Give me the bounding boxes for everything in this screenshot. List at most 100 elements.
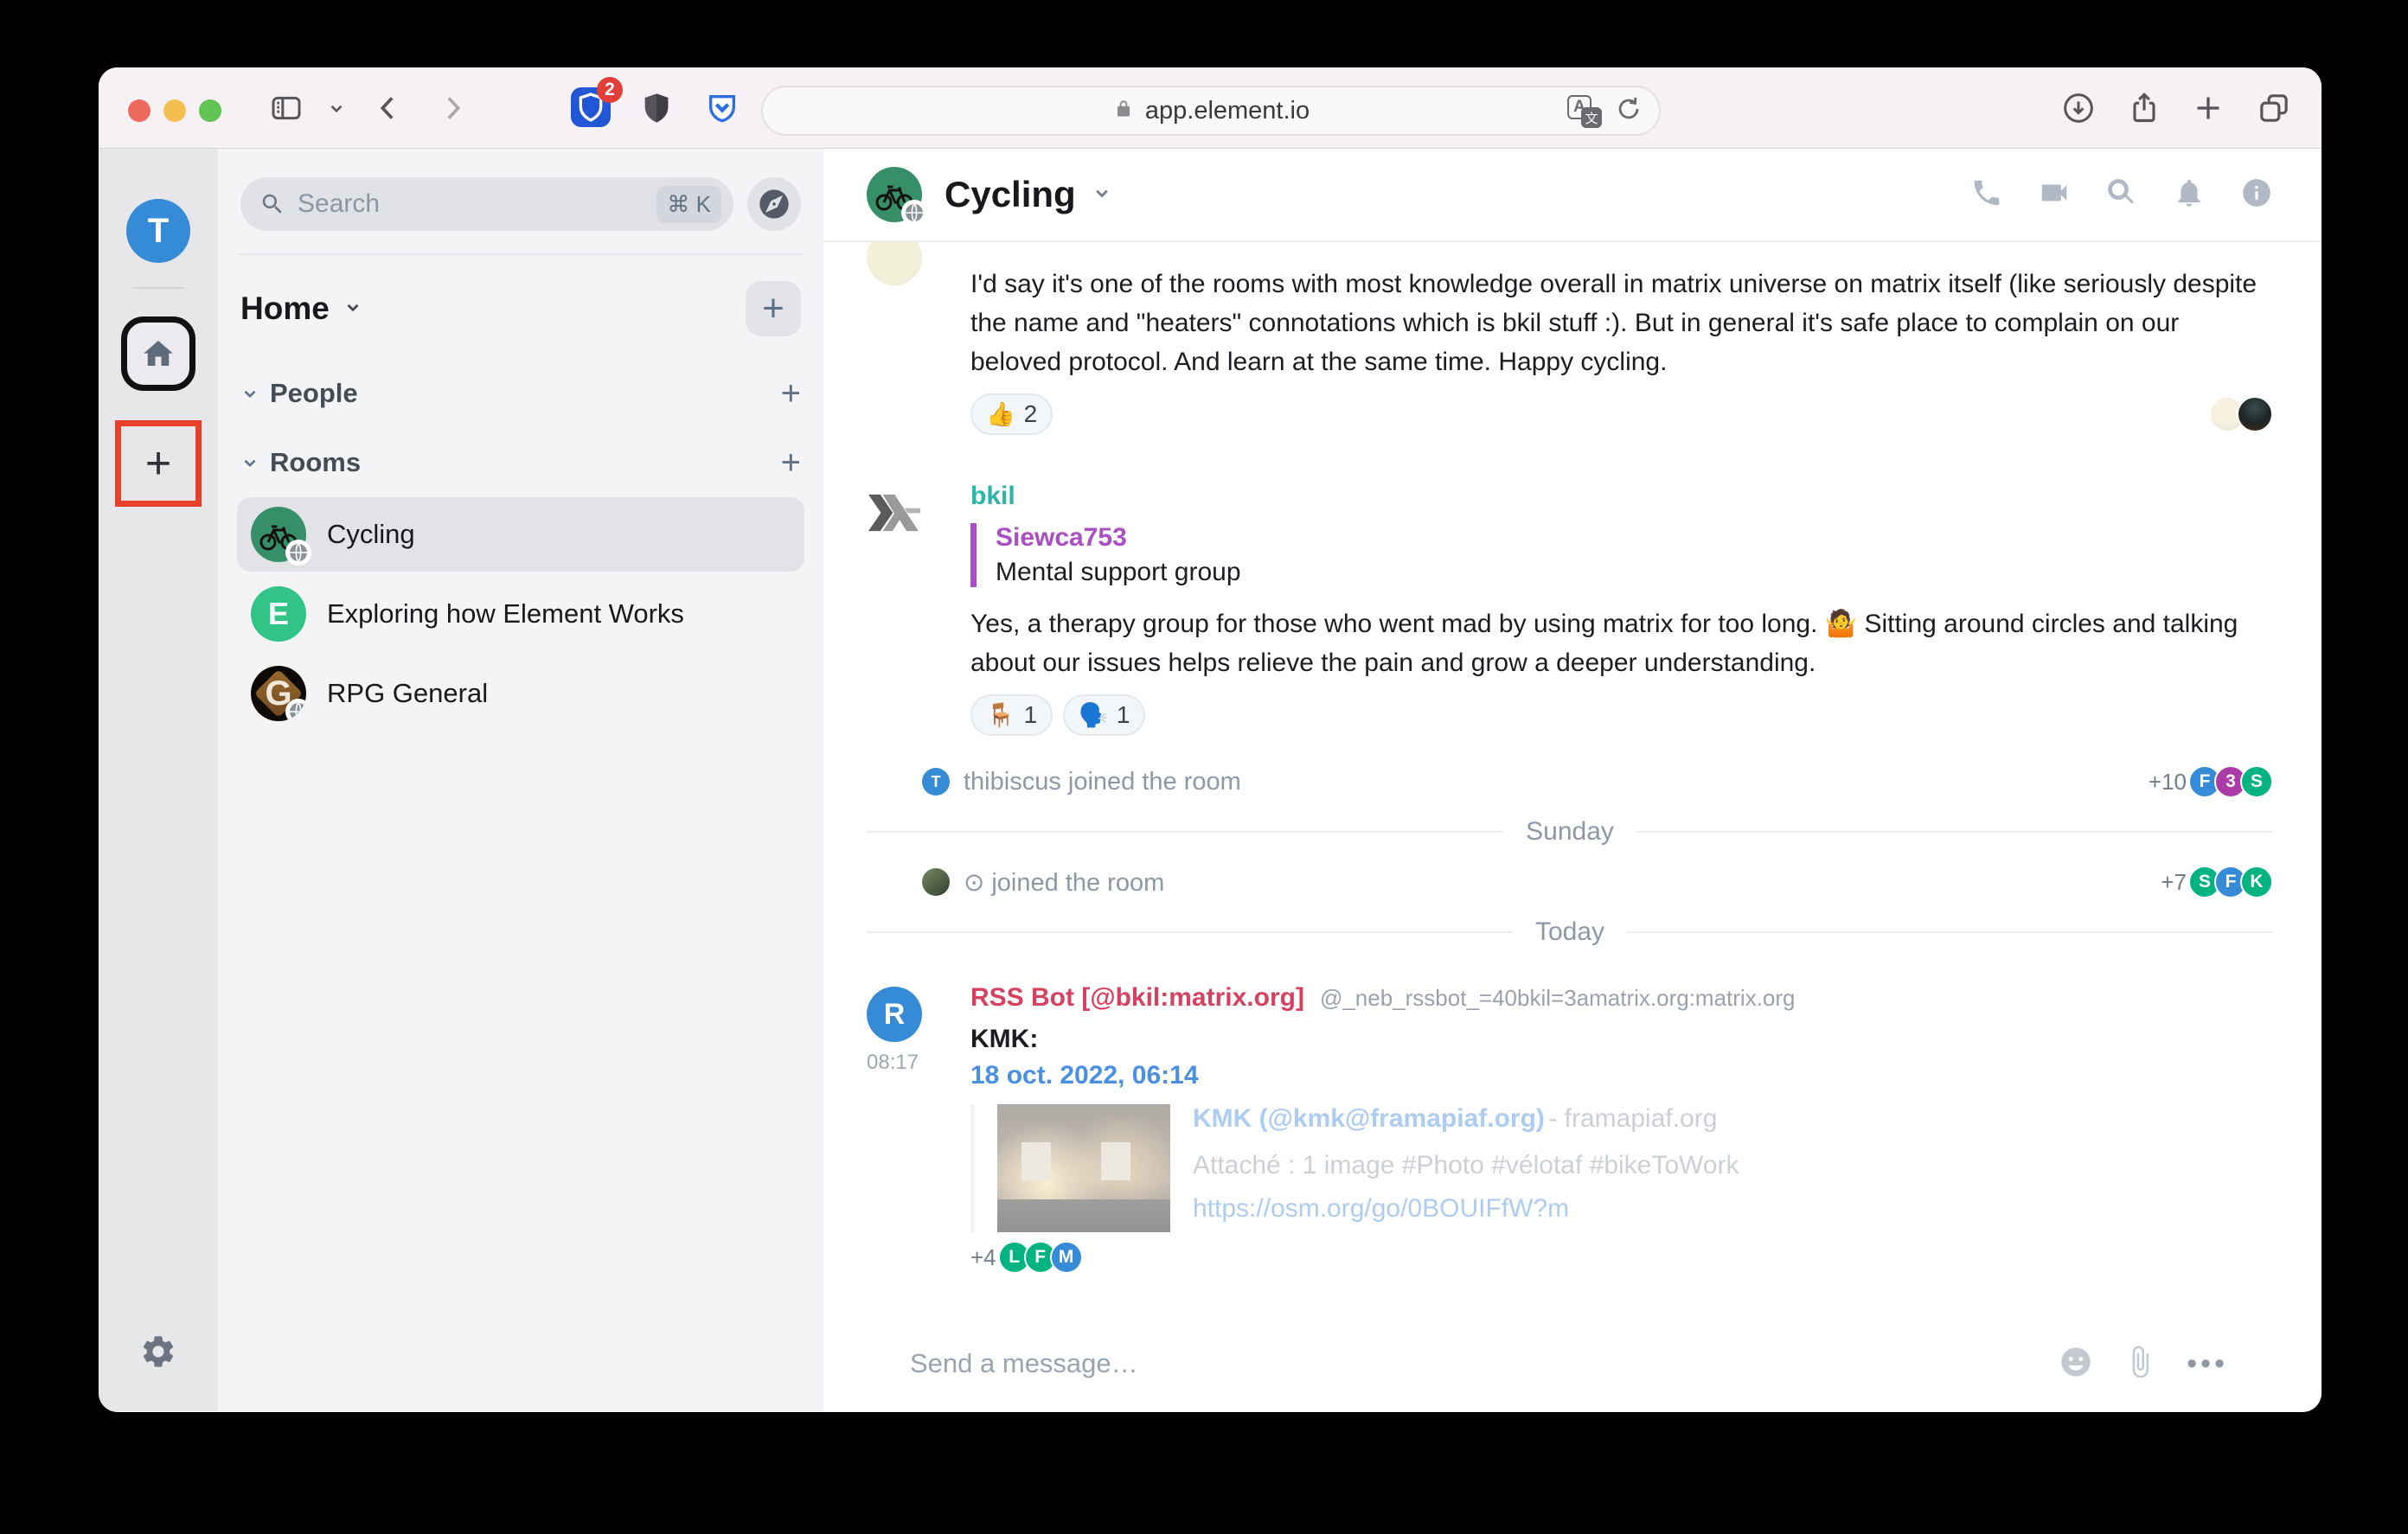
bitwarden-extension-icon[interactable]: 2 (571, 87, 611, 127)
message-timeline[interactable]: I'd say it's one of the rooms with most … (823, 242, 2322, 1411)
public-room-globe-icon (285, 699, 306, 721)
preview-title-link[interactable]: KMK (@kmk@framapiaf.org) (1193, 1104, 1545, 1133)
search-placeholder: Search (298, 189, 656, 219)
exploring-room-avatar: E (251, 586, 306, 642)
composer-input[interactable]: Send a message… (910, 1348, 2059, 1379)
compass-icon (757, 187, 791, 221)
sender-matrix-id: @_neb_rssbot_=40bkil=3amatrix.org:matrix… (1320, 985, 1796, 1012)
desktop-background: 2 app.e (0, 0, 2408, 1534)
add-button[interactable]: + (746, 281, 801, 336)
section-people[interactable]: People + (240, 376, 801, 411)
room-header: Cycling (823, 149, 2322, 242)
date-divider-today: Today (867, 914, 2273, 950)
membership-event-1: T thibiscus joined the room +10 F 3 S (867, 765, 2273, 798)
date-divider-sunday: Sunday (867, 814, 2273, 850)
preview-body: KMK (@kmk@framapiaf.org) - framapiaf.org… (1193, 1104, 1739, 1232)
url-text: app.element.io (1145, 97, 1310, 125)
pocket-extension-icon[interactable] (702, 88, 742, 128)
reaction-speaking-head[interactable]: 🗣️ 1 (1063, 694, 1145, 736)
new-tab-button[interactable] (2188, 88, 2228, 128)
search-shortcut-badge: ⌘ K (656, 186, 721, 223)
adguard-extension-icon[interactable] (637, 88, 676, 128)
message-3: R 08:17 RSS Bot [@bkil:matrix.org] @_neb… (867, 983, 2273, 1274)
read-receipt-avatar[interactable]: S (2240, 765, 2273, 798)
downloads-button[interactable] (2059, 88, 2098, 128)
element-app: T + (99, 149, 2322, 1411)
home-space-button[interactable] (121, 316, 195, 391)
space-name-label[interactable]: Home (240, 291, 330, 327)
safari-window: 2 app.e (99, 67, 2322, 1412)
more-options-icon[interactable]: ••• (2187, 1347, 2228, 1381)
sender-name[interactable]: RSS Bot [@bkil:matrix.org] (970, 983, 1304, 1013)
preview-description: Attaché : 1 image #Photo #vélotaf #bikeT… (1193, 1151, 1739, 1180)
message-1-avatar[interactable] (867, 242, 922, 285)
room-search-icon[interactable] (2105, 176, 2138, 214)
reply-sender-name[interactable]: Siewca753 (996, 523, 2273, 553)
preview-url-link[interactable]: https://osm.org/go/0BOUIFfW?m (1193, 1194, 1739, 1224)
rpg-room-avatar: G (251, 666, 306, 721)
home-icon (140, 336, 176, 372)
reaction-thumbsup[interactable]: 👍 2 (970, 393, 1053, 435)
translate-icon[interactable]: A文 (1567, 93, 1602, 128)
section-rooms[interactable]: Rooms + (240, 445, 801, 480)
event-avatar[interactable] (922, 868, 950, 896)
reply-quote[interactable]: Siewca753 Mental support group (970, 523, 2273, 587)
room-item-exploring[interactable]: E Exploring how Element Works (237, 577, 804, 651)
forward-button[interactable] (432, 88, 472, 128)
read-receipt-avatar[interactable] (2237, 396, 2273, 432)
room-list-divider (239, 253, 803, 255)
message-composer: Send a message… ••• (867, 1328, 2273, 1411)
chevron-down-icon (240, 384, 259, 403)
message-1-text: I'd say it's one of the rooms with most … (970, 265, 2273, 381)
add-room-button[interactable]: + (781, 445, 801, 480)
back-button[interactable] (368, 88, 408, 128)
room-header-avatar[interactable] (867, 167, 922, 222)
video-call-icon[interactable] (2038, 176, 2071, 214)
create-space-button[interactable]: + (145, 441, 171, 486)
attachment-paperclip-icon[interactable] (2123, 1345, 2157, 1384)
room-info-icon[interactable] (2240, 176, 2273, 214)
notifications-bell-icon[interactable] (2173, 176, 2206, 214)
minimize-window-button[interactable] (163, 99, 186, 122)
read-receipt-avatar[interactable]: M (1050, 1241, 1083, 1274)
user-avatar[interactable]: T (126, 199, 190, 263)
settings-gear-icon[interactable] (139, 1333, 177, 1375)
message-2-text: Yes, a therapy group for those who went … (970, 604, 2273, 682)
reload-icon[interactable] (1614, 94, 1643, 128)
more-receipts-count: +7 (2161, 869, 2187, 896)
more-receipts-count: +10 (2149, 769, 2187, 796)
cycling-room-avatar (251, 507, 306, 562)
zoom-window-button[interactable] (199, 99, 221, 122)
sidebar-chevron-icon[interactable] (317, 88, 356, 128)
emoji-picker-icon[interactable] (2059, 1345, 2093, 1384)
add-people-button[interactable]: + (781, 376, 801, 411)
close-window-button[interactable] (128, 99, 150, 122)
message-3-date-link[interactable]: 18 oct. 2022, 06:14 (970, 1061, 2273, 1090)
rss-bot-avatar[interactable]: R (867, 987, 922, 1042)
message-timestamp: 08:17 (867, 1051, 919, 1075)
share-button[interactable] (2124, 88, 2164, 128)
explore-rooms-button[interactable] (747, 177, 801, 231)
address-bar[interactable]: app.element.io A文 (761, 86, 1661, 136)
tls-lock-icon (1112, 98, 1135, 125)
tab-overview-button[interactable] (2254, 88, 2294, 128)
read-receipts: +4 L F M (970, 1241, 2273, 1274)
room-menu-chevron-icon[interactable] (1090, 181, 1114, 209)
sidebar-toggle-icon[interactable] (266, 88, 306, 128)
sender-name[interactable]: bkil (970, 482, 2273, 511)
preview-thumbnail-image[interactable] (997, 1104, 1170, 1232)
extension-badge: 2 (597, 77, 623, 103)
reaction-chair[interactable]: 🪑 1 (970, 694, 1053, 736)
voice-call-icon[interactable] (1970, 176, 2003, 214)
room-item-rpg[interactable]: G RPG General (237, 656, 804, 731)
message-2: bkil Siewca753 Mental support group Yes,… (867, 482, 2273, 736)
preview-site-name: - framapiaf.org (1548, 1104, 1717, 1133)
event-avatar[interactable]: T (922, 768, 950, 796)
room-title[interactable]: Cycling (945, 174, 1076, 215)
space-chevron-icon[interactable] (342, 296, 364, 323)
haskell-logo-avatar[interactable] (867, 485, 922, 540)
read-receipts (2218, 396, 2273, 432)
search-input[interactable]: Search ⌘ K (240, 177, 733, 231)
read-receipt-avatar[interactable]: K (2240, 866, 2273, 898)
room-item-cycling[interactable]: Cycling (237, 497, 804, 572)
